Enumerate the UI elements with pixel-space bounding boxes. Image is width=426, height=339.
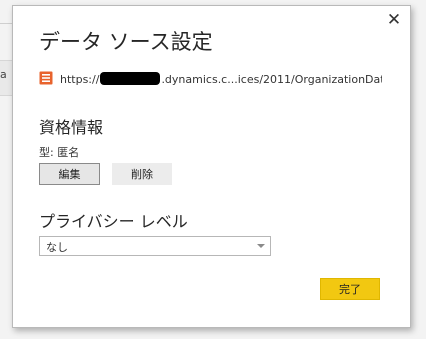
privacy-level-select[interactable]: なし [39,236,271,256]
edit-button[interactable]: 編集 [39,163,100,185]
close-button[interactable]: ✕ [386,10,402,30]
background-text: a [0,68,7,81]
delete-button[interactable]: 削除 [112,163,172,185]
data-source-url: https:// .dynamics.c...ices/2011/Organiza… [60,72,382,88]
url-suffix: .dynamics.c...ices/2011/OrganizationData… [161,73,382,86]
chevron-down-icon [257,244,265,248]
credentials-heading: 資格情報 [39,118,104,137]
redacted-block [100,72,161,85]
done-button[interactable]: 完了 [320,278,380,300]
url-prefix: https:// [60,73,100,86]
privacy-level-heading: プライバシー レベル [39,212,188,231]
dialog-title: データ ソース設定 [39,30,213,54]
table-source-icon [39,71,53,85]
data-source-settings-dialog: ✕ データ ソース設定 https:// .dynamics.c...ices/2… [12,5,411,328]
close-icon: ✕ [386,10,402,30]
privacy-level-value: なし [46,241,68,254]
credential-type: 型: 匿名 [39,146,80,159]
